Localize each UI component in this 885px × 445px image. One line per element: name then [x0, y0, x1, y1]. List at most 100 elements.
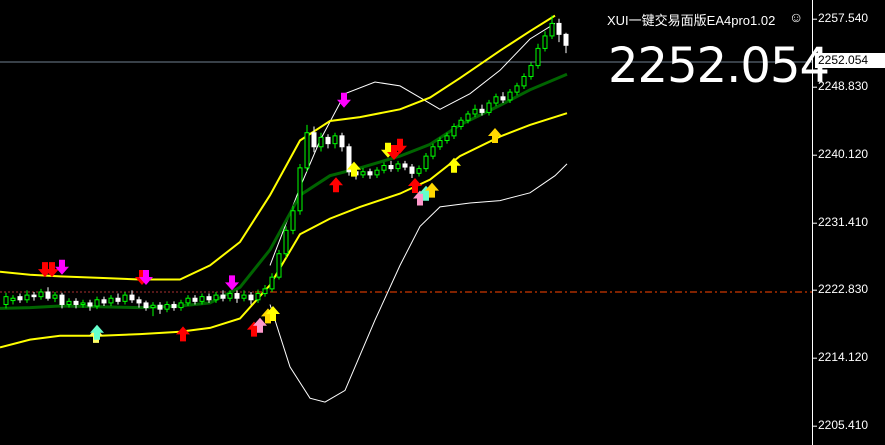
candle-body: [38, 291, 44, 298]
candle-body: [66, 300, 72, 305]
candle-body: [3, 296, 9, 305]
candle-body: [542, 35, 548, 49]
candle-body: [514, 85, 520, 93]
candle-body: [325, 136, 331, 145]
candle-body: [318, 136, 324, 148]
candle-body: [500, 96, 506, 101]
candle-body: [171, 303, 177, 309]
candle: [430, 143, 436, 160]
candle-body: [549, 22, 555, 37]
buy-arrow-icon: [447, 157, 461, 173]
arrow-shape: [176, 326, 190, 342]
candle: [409, 163, 415, 178]
candle-body: [115, 297, 121, 302]
candle: [101, 296, 107, 307]
current-price-display: 2252.054: [608, 38, 830, 94]
current-price-tag: 2252.054: [815, 53, 885, 68]
candle: [122, 291, 128, 305]
candle-body: [178, 302, 184, 309]
candle: [157, 302, 163, 314]
candle-body: [465, 113, 471, 121]
price-tick-label: 2240.120: [818, 147, 869, 162]
candle-body: [423, 155, 429, 170]
candle-body: [150, 304, 156, 309]
candle-body: [73, 300, 79, 305]
candle: [52, 291, 58, 303]
candle-body: [136, 299, 142, 304]
smiley-icon: ☺: [789, 9, 804, 25]
candle: [136, 296, 142, 308]
candle-body: [409, 166, 415, 174]
candle-body: [430, 146, 436, 157]
candle: [290, 206, 296, 235]
arrow-shape: [329, 177, 343, 193]
candle: [87, 299, 93, 311]
candle-body: [248, 294, 254, 301]
candle-body: [444, 135, 450, 142]
candle-body: [276, 253, 282, 278]
candle: [542, 31, 548, 52]
buy-arrow-icon: [176, 326, 190, 342]
candle-body: [255, 293, 261, 301]
candle-body: [157, 304, 163, 310]
candle-body: [521, 76, 527, 87]
candle: [108, 295, 114, 307]
candle: [451, 123, 457, 139]
candle: [367, 168, 373, 179]
price-tick-label: 2214.120: [818, 350, 869, 365]
candle-body: [381, 165, 387, 171]
sell-arrow-icon: [55, 259, 69, 275]
candle-body: [129, 294, 135, 301]
candle-body: [304, 132, 310, 169]
candle-body: [395, 163, 401, 170]
candle: [178, 299, 184, 311]
candle: [304, 124, 310, 172]
candle: [325, 134, 331, 149]
candle-body: [24, 294, 30, 301]
candle-body: [437, 140, 443, 148]
candle-body: [227, 293, 233, 299]
candle-body: [493, 96, 499, 104]
candle-body: [185, 297, 191, 304]
candle-body: [472, 108, 478, 115]
upper-band-line: [0, 14, 556, 281]
candle-body: [290, 210, 296, 231]
candle: [269, 273, 275, 292]
candle: [535, 43, 541, 69]
candle: [234, 290, 240, 303]
candle-body: [31, 294, 37, 298]
candle-body: [388, 165, 394, 170]
candle: [486, 99, 492, 116]
candle-body: [220, 294, 226, 299]
candle-body: [108, 297, 114, 304]
candle: [374, 167, 380, 178]
candle-body: [122, 294, 128, 302]
candle: [171, 301, 177, 311]
buy-arrow-icon: [90, 324, 104, 340]
candle-body: [87, 302, 93, 307]
arrow-shape: [447, 157, 461, 173]
candle: [10, 295, 16, 305]
candle-body: [374, 169, 380, 176]
candle: [339, 132, 345, 152]
price-tick-label: 2248.830: [818, 79, 869, 94]
candle: [402, 160, 408, 171]
candle: [143, 300, 149, 311]
candle-body: [59, 294, 65, 305]
candle-body: [213, 294, 219, 301]
candle-body: [486, 102, 492, 113]
candle-body: [367, 171, 373, 176]
candle-body: [458, 119, 464, 127]
candle: [276, 249, 282, 280]
candle: [262, 284, 268, 297]
candle: [346, 143, 352, 176]
candle-body: [332, 135, 338, 145]
price-tick-label: 2231.410: [818, 215, 869, 230]
candle-body: [311, 132, 317, 148]
candle-body: [402, 163, 408, 168]
candle-body: [94, 299, 100, 307]
arrow-shape: [90, 324, 104, 340]
candle: [3, 292, 9, 309]
candle: [381, 162, 387, 174]
candle-body: [563, 33, 569, 46]
